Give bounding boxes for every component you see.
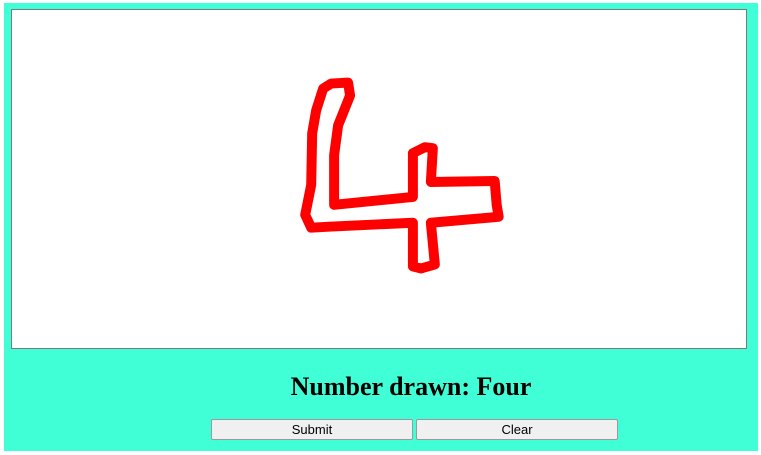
clear-button[interactable]: Clear <box>416 419 618 440</box>
button-row: Submit Clear <box>211 419 618 440</box>
prediction-text: Number drawn: Four <box>290 372 532 401</box>
drawn-stroke <box>300 77 504 274</box>
submit-button[interactable]: Submit <box>211 419 413 440</box>
drawn-digit <box>300 77 504 274</box>
app-container: Number drawn: Four Submit Clear <box>4 3 758 451</box>
prediction-result: Number drawn: Four <box>4 371 758 403</box>
drawing-canvas[interactable] <box>11 9 747 349</box>
